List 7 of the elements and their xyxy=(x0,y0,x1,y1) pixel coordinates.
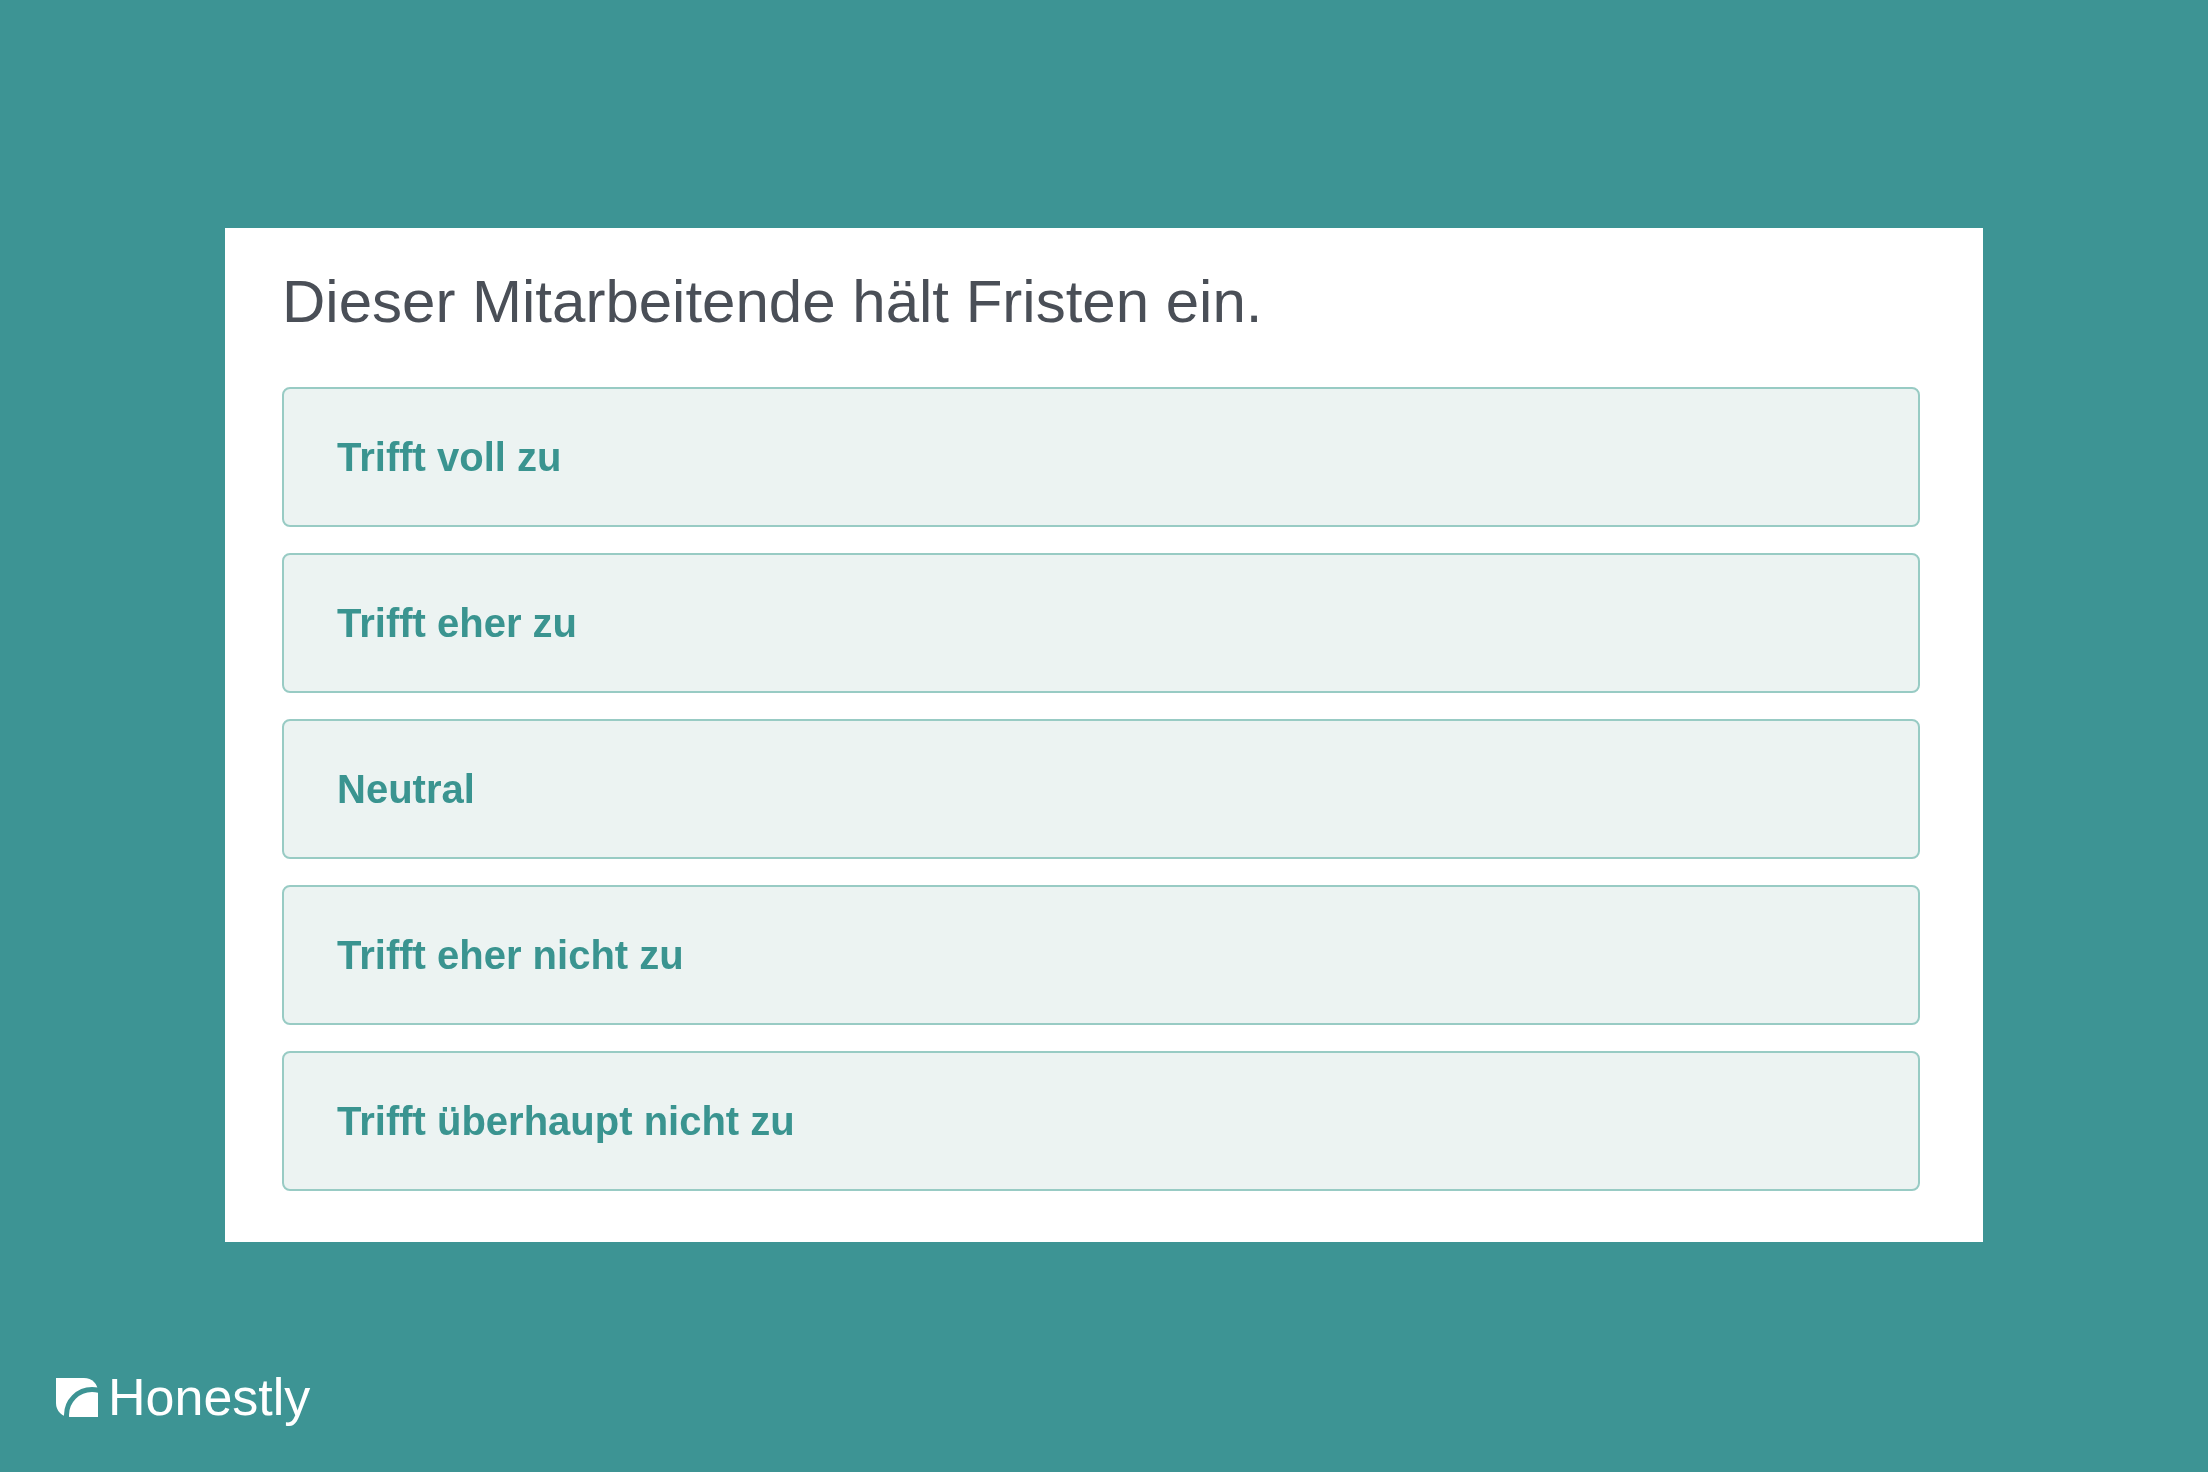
answer-option[interactable]: Trifft eher zu xyxy=(282,553,1920,693)
answer-option[interactable]: Trifft überhaupt nicht zu xyxy=(282,1051,1920,1191)
question-text: Dieser Mitarbeitende hält Fristen ein. xyxy=(282,267,1263,336)
answer-option[interactable]: Trifft eher nicht zu xyxy=(282,885,1920,1025)
answer-option[interactable]: Neutral xyxy=(282,719,1920,859)
answer-option[interactable]: Trifft voll zu xyxy=(282,387,1920,527)
logo-icon xyxy=(56,1377,98,1417)
